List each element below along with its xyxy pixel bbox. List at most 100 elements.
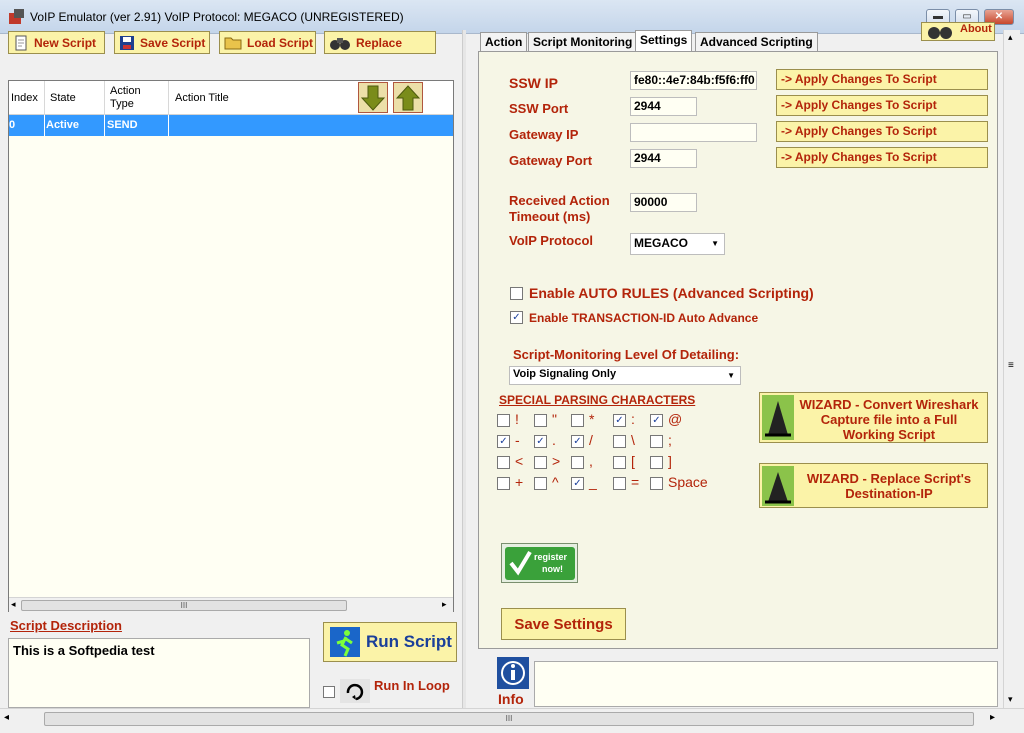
special-char-label: _ <box>589 474 597 490</box>
ssw-port-field[interactable]: 2944 <box>630 97 697 116</box>
special-char-checkbox[interactable] <box>497 477 510 490</box>
gateway-ip-label: Gateway IP <box>509 127 579 142</box>
column-header-action-title[interactable]: Action Title <box>175 92 229 104</box>
window-title: VoIP Emulator (ver 2.91) VoIP Protocol: … <box>30 10 404 24</box>
scroll-left-icon[interactable]: ◂ <box>4 712 9 723</box>
gateway-ip-field[interactable] <box>630 123 757 142</box>
special-char-checkbox[interactable]: ✓ <box>497 435 510 448</box>
move-down-button[interactable] <box>358 82 388 113</box>
scroll-down-icon[interactable]: ▾ <box>1008 694 1013 705</box>
gateway-port-field[interactable]: 2944 <box>630 149 697 168</box>
cell-index: 0 <box>9 119 16 131</box>
apply-gateway-port-button[interactable]: -> Apply Changes To Script <box>776 147 988 168</box>
wizard-replace-line1: WIZARD - Replace Script's <box>806 471 972 486</box>
transaction-id-checkbox[interactable]: ✓ <box>510 311 523 324</box>
special-char-label: \ <box>631 432 635 448</box>
special-char-checkbox[interactable] <box>497 456 510 469</box>
special-char-label: * <box>589 411 595 427</box>
tab-settings[interactable]: Settings <box>635 30 693 52</box>
gateway-port-label: Gateway Port <box>509 153 593 168</box>
special-char-checkbox[interactable]: ✓ <box>534 435 547 448</box>
voip-protocol-value: MEGACO <box>634 236 688 250</box>
special-char-checkbox[interactable] <box>571 414 584 427</box>
move-up-button[interactable] <box>393 82 423 113</box>
voip-protocol-select[interactable]: MEGACO ▼ <box>630 233 725 255</box>
special-char-checkbox[interactable] <box>534 477 547 490</box>
special-char-checkbox[interactable] <box>534 414 547 427</box>
script-description-title: Script Description <box>10 618 122 633</box>
special-char-checkbox[interactable] <box>650 435 663 448</box>
save-settings-button[interactable]: Save Settings <box>501 608 626 640</box>
register-label-1: register <box>534 552 568 562</box>
special-char-label: , <box>589 453 593 469</box>
column-header-index[interactable]: Index <box>11 92 38 104</box>
auto-rules-checkbox[interactable] <box>510 287 523 300</box>
info-output[interactable] <box>534 661 998 707</box>
scroll-up-icon[interactable]: ▴ <box>1008 32 1013 43</box>
wizard-convert-line2: Capture file into a Full <box>820 412 958 427</box>
apply-ssw-ip-button[interactable]: -> Apply Changes To Script <box>776 69 988 90</box>
special-char-checkbox[interactable] <box>650 456 663 469</box>
column-header-action-type[interactable]: Action Type <box>110 85 160 111</box>
special-char-checkbox[interactable] <box>613 477 626 490</box>
column-separator <box>104 81 105 115</box>
monitor-level-select[interactable]: Voip Signaling Only ▼ <box>509 366 741 385</box>
chevron-down-icon: ▼ <box>711 239 719 248</box>
special-char-checkbox[interactable] <box>534 456 547 469</box>
folder-icon <box>224 37 242 49</box>
special-char-checkbox[interactable] <box>613 435 626 448</box>
special-char-checkbox[interactable] <box>497 414 510 427</box>
script-grid[interactable]: Index State Action Type Action Title 0 A… <box>8 80 454 612</box>
wizard-replace-ip-button[interactable]: WIZARD - Replace Script's Destination-IP <box>759 463 988 508</box>
scroll-right-icon[interactable]: ▸ <box>442 599 447 610</box>
timeout-label-line2: Timeout (ms) <box>509 209 591 224</box>
column-header-state[interactable]: State <box>50 92 76 104</box>
apply-ssw-port-button[interactable]: -> Apply Changes To Script <box>776 95 988 116</box>
wizard-replace-line2: Destination-IP <box>845 486 933 501</box>
special-char-checkbox[interactable]: ✓ <box>613 414 626 427</box>
grid-horizontal-scrollbar[interactable]: ◂ III ▸ <box>9 597 453 612</box>
wizard-convert-wireshark-button[interactable]: WIZARD - Convert Wireshark Capture file … <box>759 392 988 443</box>
cell-action-type: SEND <box>107 119 138 131</box>
special-char-checkbox[interactable] <box>650 477 663 490</box>
scroll-thumb[interactable]: III <box>44 712 974 726</box>
replace-button[interactable]: Replace <box>324 31 436 54</box>
scroll-left-icon[interactable]: ◂ <box>11 599 16 610</box>
run-in-loop-checkbox[interactable] <box>323 686 335 698</box>
new-script-button[interactable]: New Script <box>8 31 105 54</box>
cell-separator <box>168 115 169 136</box>
special-char-checkbox[interactable] <box>613 456 626 469</box>
special-char-checkbox[interactable]: ✓ <box>650 414 663 427</box>
tab-script-monitoring[interactable]: Script Monitoring <box>528 32 638 51</box>
scroll-right-icon[interactable]: ▸ <box>990 712 995 723</box>
special-char-checkbox[interactable] <box>571 456 584 469</box>
run-in-loop-label: Run In Loop <box>374 678 450 693</box>
register-now-button[interactable]: register now! <box>501 543 578 583</box>
special-char-checkbox[interactable]: ✓ <box>571 477 584 490</box>
save-script-button[interactable]: Save Script <box>114 31 210 54</box>
chevron-down-icon: ▼ <box>727 371 735 380</box>
table-row[interactable]: 0 Active SEND <box>9 115 453 136</box>
special-char-label: ; <box>668 432 672 448</box>
vertical-scrollbar[interactable]: ▴ ≡ ▾ <box>1003 30 1020 708</box>
tab-action[interactable]: Action <box>480 32 528 51</box>
scroll-grip-icon[interactable]: ≡ <box>1008 360 1014 371</box>
script-description-input[interactable]: This is a Softpedia test <box>8 638 310 708</box>
special-char-checkbox[interactable]: ✓ <box>571 435 584 448</box>
pane-splitter[interactable] <box>462 30 466 708</box>
ssw-ip-field[interactable]: fe80::4e7:84b:f5f6:ff0 <box>630 71 757 90</box>
timeout-field[interactable]: 90000 <box>630 193 697 212</box>
tab-advanced-scripting[interactable]: Advanced Scripting <box>695 32 818 51</box>
load-script-button[interactable]: Load Script <box>219 31 316 54</box>
app-icon <box>9 9 24 24</box>
loop-icon <box>340 679 370 703</box>
column-separator <box>44 81 45 115</box>
binoculars-icon <box>330 37 350 50</box>
floppy-icon <box>120 35 134 50</box>
run-script-button[interactable]: Run Script <box>323 622 457 662</box>
about-button[interactable]: About <box>921 22 995 41</box>
horizontal-scrollbar[interactable]: ◂ III ▸ <box>0 708 1024 733</box>
apply-gateway-ip-button[interactable]: -> Apply Changes To Script <box>776 121 988 142</box>
run-script-label: Run Script <box>366 632 452 651</box>
scroll-thumb[interactable]: III <box>21 600 347 611</box>
